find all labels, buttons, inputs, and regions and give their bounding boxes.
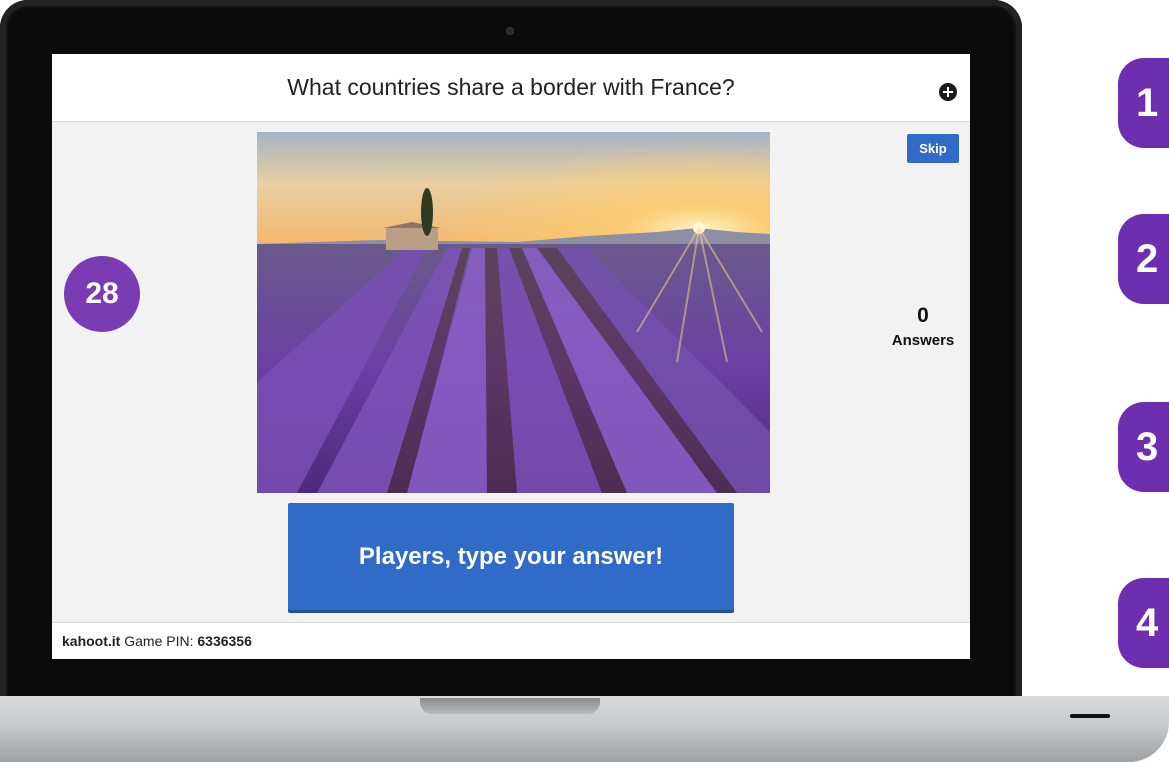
side-number-1: 1 bbox=[1118, 58, 1169, 148]
side-number-4: 4 bbox=[1118, 578, 1169, 668]
footer-bar: kahoot.it Game PIN: 6336356 bbox=[52, 622, 970, 659]
pin-label: Game PIN: bbox=[124, 633, 194, 649]
game-pin: 6336356 bbox=[197, 633, 252, 649]
answers-label: Answers bbox=[891, 332, 955, 349]
question-bar: What countries share a border with Franc… bbox=[52, 54, 970, 122]
answers-count: 0 bbox=[917, 304, 929, 327]
kahoot-screen: What countries share a border with Franc… bbox=[52, 54, 970, 659]
type-answer-banner: Players, type your answer! bbox=[288, 503, 734, 610]
add-icon[interactable] bbox=[939, 83, 957, 101]
question-image bbox=[257, 132, 770, 493]
side-number-3: 3 bbox=[1118, 402, 1169, 492]
webcam bbox=[506, 27, 514, 35]
question-text: What countries share a border with Franc… bbox=[287, 74, 735, 100]
side-number-2: 2 bbox=[1118, 214, 1169, 304]
site-name: kahoot.it bbox=[62, 633, 121, 649]
laptop-notch bbox=[420, 698, 600, 714]
base-indicator bbox=[1070, 714, 1110, 718]
footer-text: kahoot.it Game PIN: 6336356 bbox=[62, 623, 252, 659]
countdown-timer: 28 bbox=[64, 256, 140, 332]
skip-button[interactable]: Skip bbox=[907, 134, 959, 163]
